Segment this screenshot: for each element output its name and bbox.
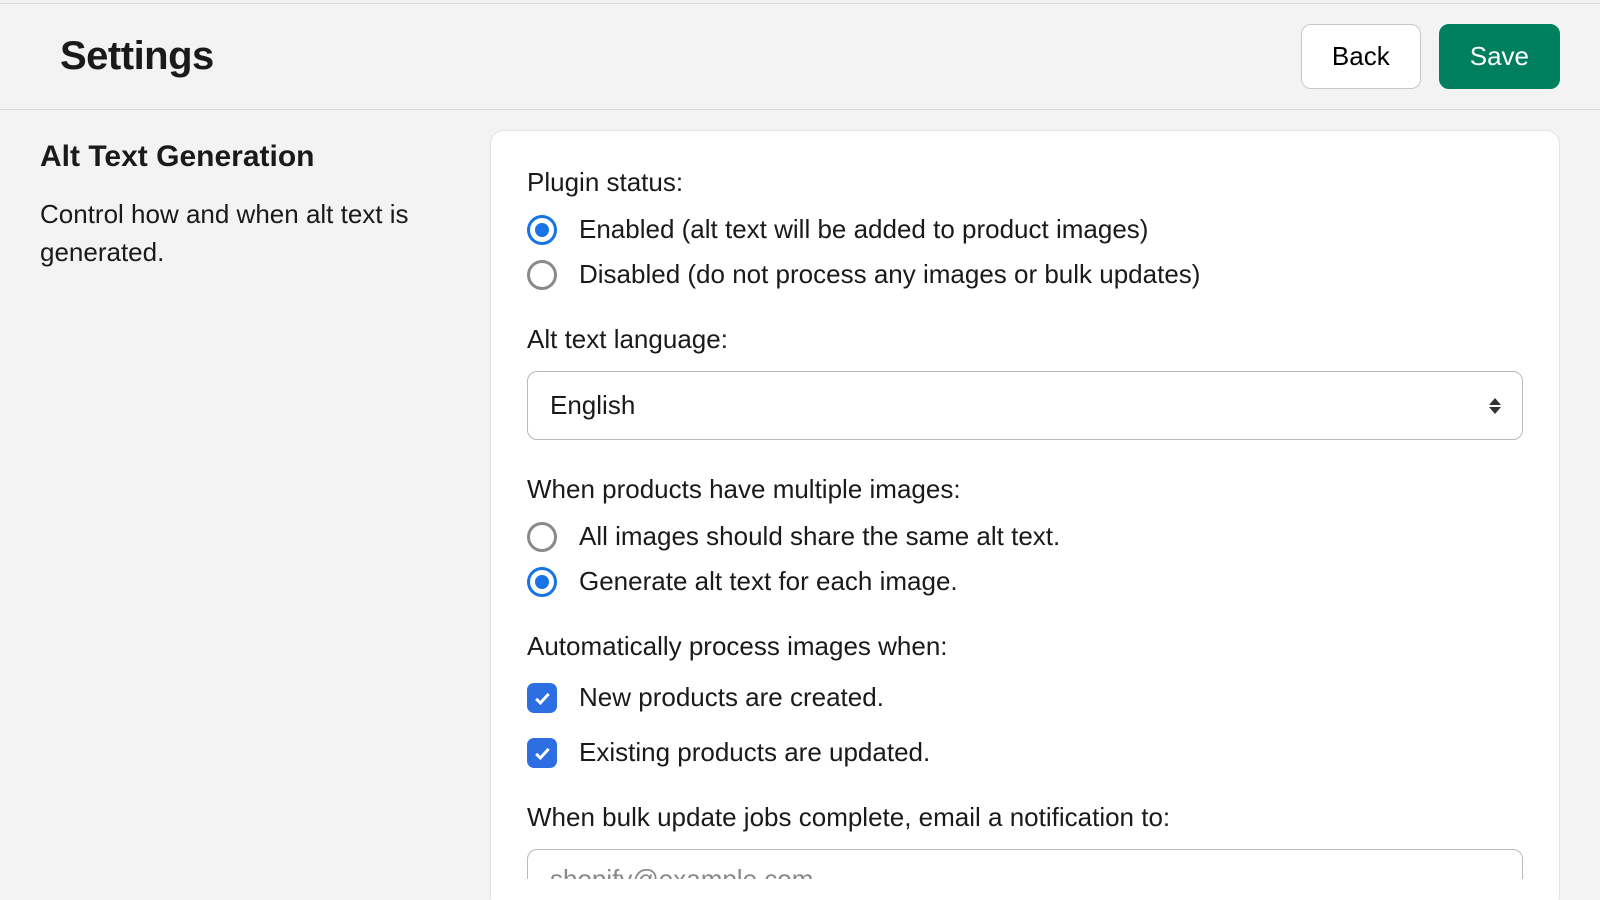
back-button[interactable]: Back bbox=[1301, 24, 1421, 89]
header-actions: Back Save bbox=[1301, 24, 1560, 89]
checkbox-icon bbox=[527, 683, 557, 713]
language-label: Alt text language: bbox=[527, 324, 1523, 355]
checkbox-icon bbox=[527, 738, 557, 768]
language-select[interactable]: English bbox=[527, 371, 1523, 440]
save-button[interactable]: Save bbox=[1439, 24, 1560, 89]
plugin-status-enabled-radio[interactable]: Enabled (alt text will be added to produ… bbox=[527, 214, 1523, 245]
plugin-status-disabled-radio[interactable]: Disabled (do not process any images or b… bbox=[527, 259, 1523, 290]
checkbox-label: New products are created. bbox=[579, 682, 884, 713]
radio-icon bbox=[527, 567, 557, 597]
multi-image-shared-radio[interactable]: All images should share the same alt tex… bbox=[527, 521, 1523, 552]
auto-process-existing-checkbox[interactable]: Existing products are updated. bbox=[527, 737, 1523, 768]
notify-email-input[interactable]: shopify@example.com bbox=[527, 849, 1523, 879]
radio-icon bbox=[527, 215, 557, 245]
language-group: Alt text language: English bbox=[527, 324, 1523, 440]
settings-card: Plugin status: Enabled (alt text will be… bbox=[490, 130, 1560, 900]
multi-image-label: When products have multiple images: bbox=[527, 474, 1523, 505]
multi-image-each-radio[interactable]: Generate alt text for each image. bbox=[527, 566, 1523, 597]
radio-label: Generate alt text for each image. bbox=[579, 566, 958, 597]
radio-label: Disabled (do not process any images or b… bbox=[579, 259, 1200, 290]
auto-process-group: Automatically process images when: New p… bbox=[527, 631, 1523, 768]
multi-image-group: When products have multiple images: All … bbox=[527, 474, 1523, 597]
section-intro: Alt Text Generation Control how and when… bbox=[40, 130, 460, 271]
auto-process-label: Automatically process images when: bbox=[527, 631, 1523, 662]
plugin-status-label: Plugin status: bbox=[527, 167, 1523, 198]
section-description: Control how and when alt text is generat… bbox=[40, 196, 460, 271]
page-header: Settings Back Save bbox=[0, 4, 1600, 110]
notify-label: When bulk update jobs complete, email a … bbox=[527, 802, 1523, 833]
plugin-status-group: Plugin status: Enabled (alt text will be… bbox=[527, 167, 1523, 290]
notify-group: When bulk update jobs complete, email a … bbox=[527, 802, 1523, 879]
section-heading: Alt Text Generation bbox=[40, 140, 460, 174]
page-title: Settings bbox=[60, 34, 214, 79]
checkbox-label: Existing products are updated. bbox=[579, 737, 930, 768]
radio-label: All images should share the same alt tex… bbox=[579, 521, 1060, 552]
radio-icon bbox=[527, 260, 557, 290]
radio-label: Enabled (alt text will be added to produ… bbox=[579, 214, 1148, 245]
radio-icon bbox=[527, 522, 557, 552]
auto-process-new-checkbox[interactable]: New products are created. bbox=[527, 682, 1523, 713]
